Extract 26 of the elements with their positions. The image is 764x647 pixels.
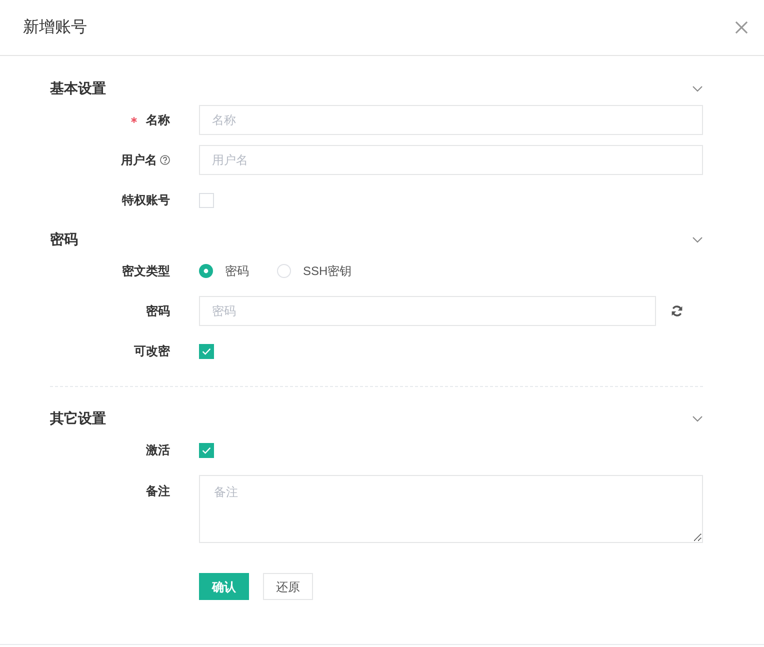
field-label: 激活 — [146, 442, 170, 458]
reset-button[interactable]: 还原 — [263, 573, 313, 600]
section-heading: 其它设置 — [50, 408, 106, 428]
checkbox[interactable] — [199, 442, 214, 458]
check-icon — [202, 348, 211, 354]
dialog-title: 新增账号 — [23, 18, 87, 38]
close-icon[interactable] — [735, 21, 748, 34]
field-label: 特权账号 — [122, 192, 170, 208]
refresh-icon[interactable] — [671, 305, 683, 317]
check-icon — [202, 446, 211, 454]
radio-option[interactable]: 密码 — [199, 262, 249, 280]
text-input[interactable]: 用户名 — [199, 145, 703, 175]
section-heading: 基本设置 — [50, 78, 106, 98]
text-input[interactable]: 名称 — [199, 105, 703, 135]
section-heading: 密码 — [50, 230, 78, 248]
radio-option[interactable]: SSH密钥 — [277, 262, 352, 280]
checkbox[interactable] — [199, 344, 214, 358]
field-label: 备注 — [146, 483, 170, 499]
field-label: 密文类型 — [122, 263, 170, 279]
help-icon[interactable] — [160, 155, 170, 165]
field-label: 用户名 — [121, 152, 157, 168]
field-label: 密码 — [146, 303, 170, 319]
password-input[interactable]: 密码 — [199, 296, 656, 326]
field-label: 名称 — [146, 112, 170, 128]
textarea-input[interactable]: 备注 — [199, 475, 703, 543]
field-label: 可改密 — [134, 343, 170, 359]
